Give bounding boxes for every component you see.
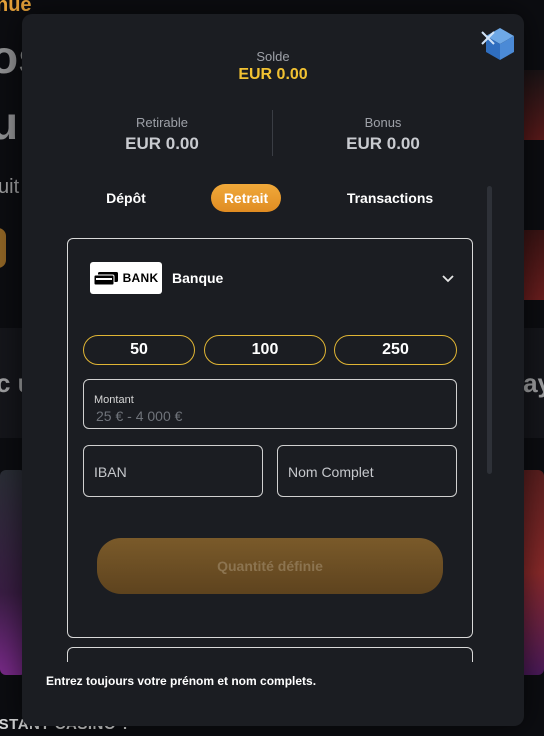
- bonus-value: EUR 0.00: [346, 134, 420, 153]
- withdraw-method-panel: BANK Banque 50 100 250 Montant Quantité …: [67, 238, 473, 638]
- balance-label: Solde: [256, 49, 290, 64]
- tab-deposit[interactable]: Dépôt: [92, 184, 160, 212]
- payment-method-name: Banque: [172, 270, 224, 286]
- tab-transactions[interactable]: Transactions: [338, 184, 442, 212]
- balance-divider: [272, 110, 273, 156]
- amount-option-250[interactable]: 250: [334, 335, 457, 365]
- modal-scrollbar[interactable]: [487, 186, 492, 474]
- iban-field[interactable]: [83, 445, 263, 497]
- bonus-block: Bonus EUR 0.00: [288, 115, 478, 154]
- bank-card-icon: [93, 272, 118, 285]
- submit-withdraw-button[interactable]: Quantité définie: [97, 538, 443, 594]
- amount-field-label: Montant: [94, 394, 134, 406]
- bank-logo-text: BANK: [122, 271, 159, 285]
- amount-field[interactable]: Montant: [83, 379, 457, 429]
- chevron-down-icon[interactable]: [440, 271, 456, 287]
- fullname-field[interactable]: [277, 445, 457, 497]
- footer-note-text: Entrez toujours votre prénom et nom comp…: [46, 674, 317, 688]
- withdrawable-block: Retirable EUR 0.00: [67, 115, 257, 154]
- iban-input[interactable]: [92, 462, 256, 482]
- wallet-tabs: Dépôt Retrait Transactions: [22, 184, 524, 214]
- tab-withdraw[interactable]: Retrait: [211, 184, 281, 212]
- bg-heading-line-2: u: [0, 97, 19, 149]
- quick-amounts: 50 100 250: [83, 335, 457, 365]
- bg-cta-button: [0, 228, 6, 268]
- payment-method-select[interactable]: BANK Banque: [90, 261, 456, 297]
- withdrawable-value: EUR 0.00: [125, 134, 199, 153]
- bg-small-text: uit: [0, 176, 20, 198]
- amount-input[interactable]: [94, 406, 448, 426]
- wallet-modal: Solde EUR 0.00 Retirable EUR 0.00 Bonus …: [22, 14, 524, 726]
- amount-option-50[interactable]: 50: [83, 335, 195, 365]
- withdrawable-label: Retirable: [135, 115, 189, 130]
- amount-option-100[interactable]: 100: [204, 335, 326, 365]
- bank-logo: BANK: [90, 262, 162, 294]
- footer-note: Entrez toujours votre prénom et nom comp…: [22, 662, 524, 702]
- bg-banner-right: [522, 70, 544, 140]
- bg-banner-right-2: [522, 230, 544, 300]
- balance-value: EUR 0.00: [238, 66, 308, 83]
- fullname-input[interactable]: [286, 462, 450, 482]
- bonus-label: Bonus: [364, 115, 402, 130]
